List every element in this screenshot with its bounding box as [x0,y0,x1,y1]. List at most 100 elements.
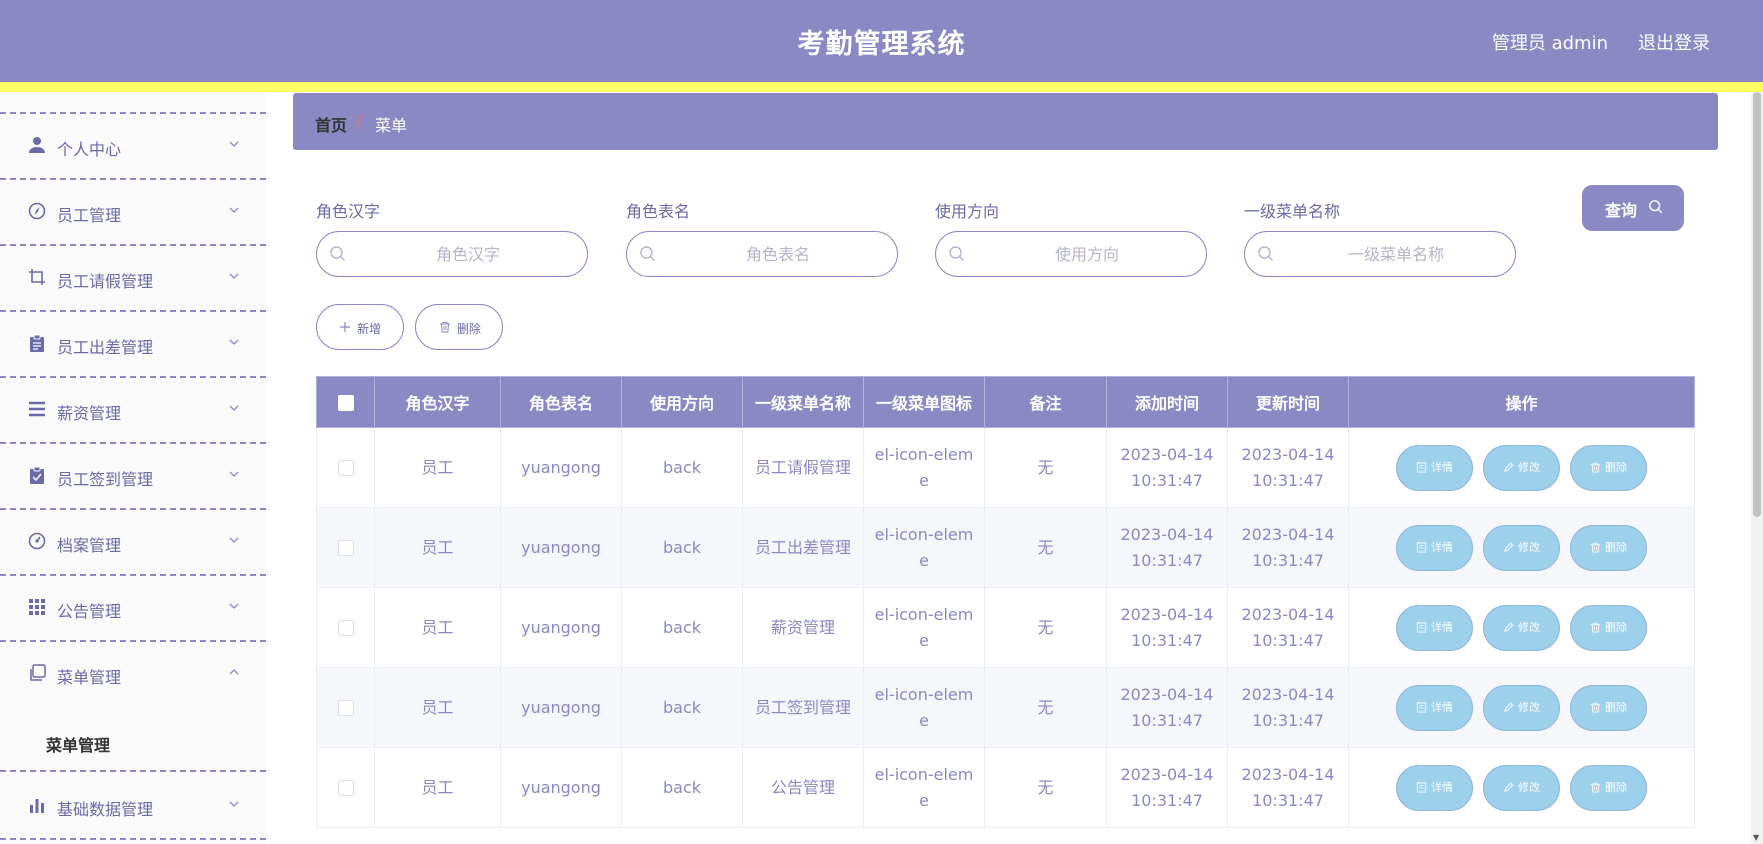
sidebar-item-home[interactable]: 首页 [0,92,266,114]
sidebar-item-notice[interactable]: 公告管理 [0,576,266,642]
edit-button[interactable]: 修改 [1483,604,1560,651]
table-row[interactable]: 员工 yuangong back 薪资管理 el-icon-eleme 无 2023-04-… [316,587,1695,668]
cell-remark: 无 [984,587,1107,668]
cell-operations: 详情 修改 删除 [1348,507,1695,588]
cell-menu-icon: el-icon-eleme [863,427,985,508]
chevron-up-icon [229,669,239,675]
top-header: 考勤管理系统 管理员 admin 退出登录 [0,0,1763,82]
add-button[interactable]: 新增 [316,304,404,350]
table-row[interactable]: 员工 yuangong back 员工签到管理 el-icon-eleme 无 2023-0… [316,667,1695,748]
column-header: 一级菜单名称 [742,376,864,428]
edit-button[interactable]: 修改 [1483,524,1560,571]
edit-button[interactable]: 修改 [1483,444,1560,491]
updated-time-text: 2023-04-14 10:31:47 [1241,684,1335,730]
detail-button[interactable]: 详情 [1396,444,1473,491]
cell-created: 2023-04-14 10:31:47 [1106,507,1228,588]
query-button[interactable]: 查询 [1582,185,1684,231]
table-row[interactable]: 员工 yuangong back 员工出差管理 el-icon-eleme 无 2023-0… [316,507,1695,588]
grid-icon [29,599,45,615]
column-header: 角色表名 [500,376,622,428]
edit-button[interactable]: 修改 [1483,684,1560,731]
scroll-down-arrow-icon[interactable]: ▼ [1753,833,1759,842]
sidebar-item-leave[interactable]: 员工请假管理 [0,246,266,312]
crop-icon [29,269,45,285]
cell-updated: 2023-04-14 10:31:47 [1227,667,1349,748]
breadcrumb-home[interactable]: 首页 [315,112,347,136]
page-scrollbar[interactable]: ▼ [1751,92,1763,844]
direction-field[interactable] [935,231,1207,277]
detail-button-label: 详情 [1431,620,1453,634]
edit-button-label: 修改 [1518,700,1540,714]
row-delete-button[interactable]: 删除 [1570,764,1647,811]
sidebar-item-employee[interactable]: 员工管理 [0,180,266,246]
sidebar-subitem-menu-management[interactable]: 菜单管理 [0,708,266,772]
role-name-input[interactable] [355,232,581,276]
row-checkbox[interactable] [337,460,354,476]
sidebar-item-basic-data[interactable]: 基础数据管理 [0,774,266,840]
menu-name-input[interactable] [1283,232,1509,276]
row-checkbox[interactable] [337,540,354,556]
cell-menu-name: 员工请假管理 [742,427,864,508]
edit-button[interactable]: 修改 [1483,764,1560,811]
menu-icon-text: el-icon-eleme [874,524,974,570]
cell-operations: 详情 修改 删除 [1348,667,1695,748]
edit-icon [1504,782,1514,792]
column-header: 更新时间 [1227,376,1349,428]
role-table-input[interactable] [665,232,891,276]
breadcrumb-separator: / [356,112,362,131]
row-checkbox[interactable] [337,780,354,796]
table-row[interactable]: 员工 yuangong back 公告管理 el-icon-eleme 无 2023-04-… [316,747,1695,828]
sidebar: 首页 个人中心 员工管理 员工请假管理 员工出差管理 薪资管理 员工签到管理 档… [0,92,266,844]
menu-name-field[interactable] [1244,231,1516,277]
detail-button[interactable]: 详情 [1396,684,1473,731]
row-checkbox[interactable] [337,620,354,636]
sidebar-item-business-trip[interactable]: 员工出差管理 [0,312,266,378]
row-delete-button[interactable]: 删除 [1570,604,1647,651]
cell-direction: back [621,427,743,508]
user-icon [29,137,45,153]
row-delete-button[interactable]: 删除 [1570,524,1647,571]
trash-icon [1590,702,1601,713]
role-table-label: 角色表名 [626,202,691,221]
select-all-checkbox[interactable] [337,395,354,411]
detail-button[interactable]: 详情 [1396,524,1473,571]
role-name-field[interactable] [316,231,588,277]
search-icon [1258,246,1273,261]
table-row[interactable]: 员工 yuangong back 员工请假管理 el-icon-eleme 无 2023-0… [316,427,1695,508]
direction-input[interactable] [974,232,1200,276]
sidebar-item-personal-center[interactable]: 个人中心 [0,114,266,180]
row-checkbox[interactable] [337,700,354,716]
direction-label: 使用方向 [935,202,1000,221]
query-button-label: 查询 [1605,201,1638,220]
sidebar-item-menu[interactable]: 菜单管理 [0,642,266,708]
detail-button[interactable]: 详情 [1396,604,1473,651]
document-icon [1416,542,1427,553]
cell-operations: 详情 修改 删除 [1348,427,1695,508]
sidebar-item-label: 首页 [57,92,89,94]
scrollbar-thumb[interactable] [1753,92,1761,517]
edit-icon [1504,462,1514,472]
cell-menu-name: 员工签到管理 [742,667,864,748]
logout-link[interactable]: 退出登录 [1638,29,1710,55]
row-delete-button[interactable]: 删除 [1570,684,1647,731]
detail-button[interactable]: 详情 [1396,764,1473,811]
edit-icon [1504,702,1514,712]
row-delete-button[interactable]: 删除 [1570,444,1647,491]
sidebar-item-salary[interactable]: 薪资管理 [0,378,266,444]
sidebar-item-label: 公告管理 [57,602,122,621]
cell-menu-name: 员工出差管理 [742,507,864,588]
cell-table-name: yuangong [500,747,622,828]
cell-table-name: yuangong [500,427,622,508]
document-icon [1416,622,1427,633]
chevron-down-icon [229,471,239,477]
cell-direction: back [621,667,743,748]
role-table-field[interactable] [626,231,898,277]
cell-direction: back [621,587,743,668]
sidebar-item-archive[interactable]: 档案管理 [0,510,266,576]
breadcrumb-current: 菜单 [375,116,408,135]
sidebar-item-checkin[interactable]: 员工签到管理 [0,444,266,510]
edit-button-label: 修改 [1518,780,1540,794]
delete-button[interactable]: 删除 [415,304,503,350]
search-icon [1649,200,1663,214]
row-select-cell [316,427,375,508]
